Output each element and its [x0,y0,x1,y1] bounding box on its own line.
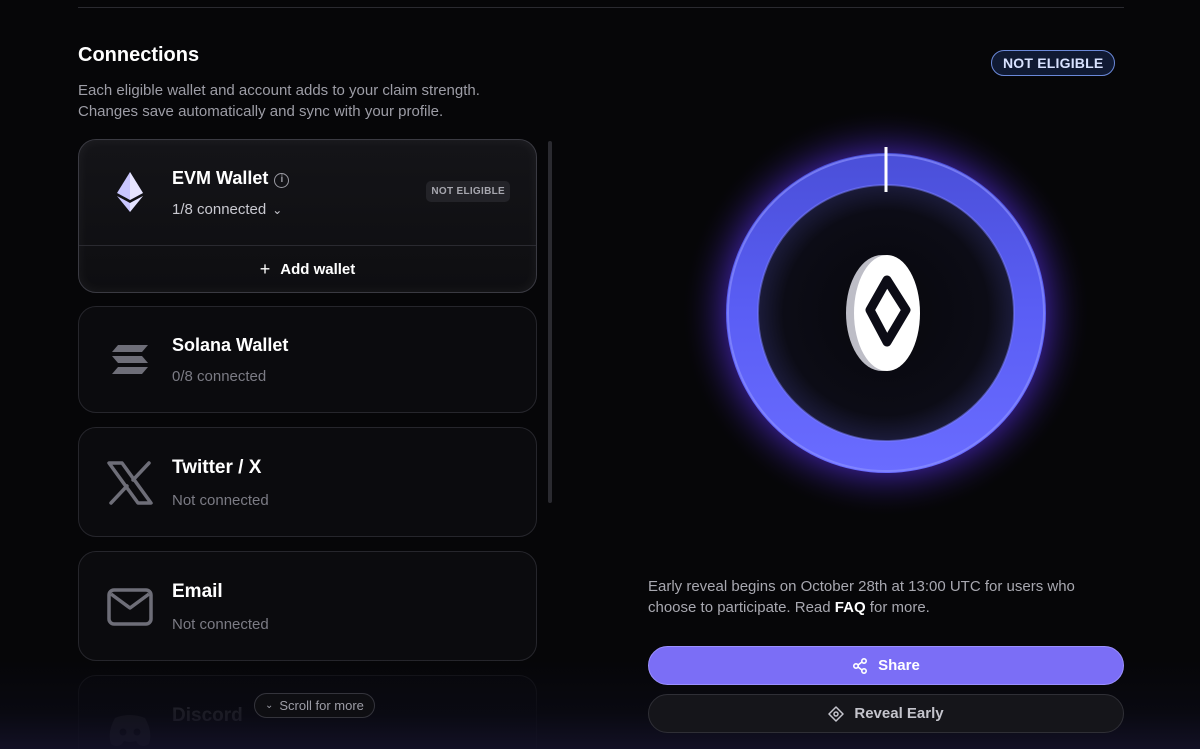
description-line-2: Changes save automatically and sync with… [78,103,444,120]
twitter-status: Not connected [172,492,269,509]
reveal-line-2-suffix: for more. [865,599,930,616]
description-line-1: Each eligible wallet and account adds to… [78,82,480,99]
evm-wallet-status-text: 1/8 connected [172,201,267,218]
add-wallet-button[interactable]: + Add wallet [79,246,536,292]
twitter-name: Twitter / X [172,457,262,478]
email-name: Email [172,581,223,602]
evm-wallet-card[interactable]: EVM Wallet i 1/8 connected ⌄ NOT ELIGIBLE … [78,139,537,293]
solana-wallet-name: Solana Wallet [172,335,289,355]
evm-wallet-title: EVM Wallet i [172,168,290,189]
twitter-card[interactable]: Twitter / X Not connected [78,427,537,537]
mail-icon [105,582,155,632]
x-icon [105,458,155,508]
reveal-early-label: Reveal Early [854,705,944,722]
scroll-hint-label: Scroll for more [279,698,364,713]
email-card[interactable]: Email Not connected [78,551,537,661]
discord-name: Discord [172,705,243,726]
logo-coin-icon [846,255,920,371]
reveal-line-2: choose to participate. Read FAQ for more… [648,597,1118,618]
solana-wallet-status: 0/8 connected [172,368,267,385]
share-icon [852,657,868,674]
share-label: Share [878,657,920,674]
chevron-down-icon: ⌄ [272,203,283,217]
reveal-line-1: Early reveal begins on October 28th at 1… [648,578,1075,595]
plus-icon: + [259,258,271,279]
discord-icon [105,706,155,749]
eligibility-badge: NOT ELIGIBLE [991,50,1116,76]
diamond-eye-icon [828,705,845,722]
solana-wallet-card[interactable]: Solana Wallet 0/8 connected [78,306,537,413]
solana-icon [105,335,155,385]
claim-ring-graphic [630,108,1142,520]
add-wallet-label: Add wallet [280,260,356,278]
section-title: Connections [78,44,200,66]
evm-not-eligible-badge: NOT ELIGIBLE [426,181,510,202]
info-icon[interactable]: i [274,173,290,188]
reveal-line-2-prefix: choose to participate. Read [648,599,835,616]
evm-wallet-status[interactable]: 1/8 connected ⌄ [172,201,282,218]
share-button[interactable]: Share [648,646,1124,685]
email-status: Not connected [172,616,269,633]
chevron-down-icon: ⌄ [265,700,274,711]
ethereum-icon [105,167,155,217]
faq-link[interactable]: FAQ [835,599,866,616]
section-description: Each eligible wallet and account adds to… [78,80,538,122]
top-divider [78,7,1124,8]
evm-wallet-name: EVM Wallet [172,168,269,188]
scroll-for-more-hint[interactable]: ⌄ Scroll for more [254,693,375,718]
early-reveal-note: Early reveal begins on October 28th at 1… [648,576,1118,618]
reveal-early-button[interactable]: Reveal Early [648,694,1124,733]
list-scrollbar[interactable] [548,141,552,503]
